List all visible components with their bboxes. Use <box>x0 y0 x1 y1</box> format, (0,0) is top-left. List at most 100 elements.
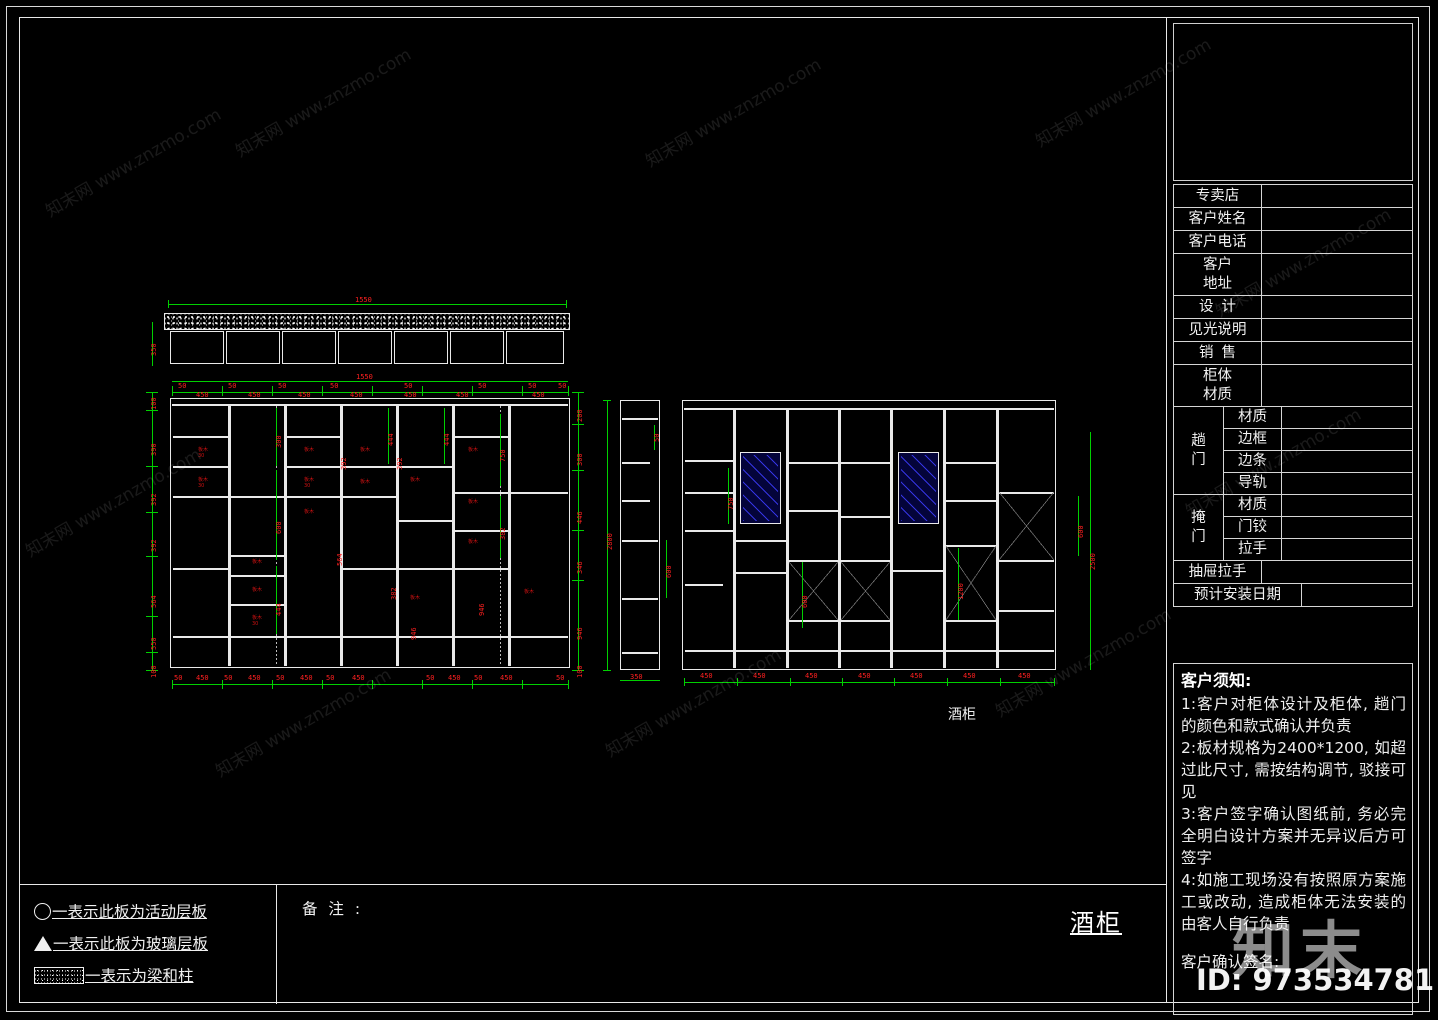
note-item: 1:客户对柜体设计及柜体, 趟门的颜色和款式确认并负责 <box>1181 695 1406 735</box>
shelf <box>455 492 508 494</box>
vertical-partition <box>838 410 841 668</box>
shelf <box>173 466 228 468</box>
table-row: 抽屉拉手 <box>1173 560 1413 583</box>
shelf <box>511 492 568 494</box>
notes-title: 客户须知: <box>1181 671 1252 690</box>
table-row: 导轨 <box>1224 473 1412 494</box>
field-value[interactable] <box>1262 561 1412 583</box>
field-label: 抽屉拉手 <box>1174 561 1262 583</box>
shelf <box>841 650 890 652</box>
drawing-area: 1550 350 1550 50 450 50 450 50 450 50 45… <box>0 0 1166 884</box>
field-value[interactable] <box>1262 254 1412 295</box>
field-value[interactable] <box>1282 517 1412 538</box>
field-value[interactable] <box>1282 451 1412 472</box>
group-label-line1: 趟 <box>1191 432 1206 449</box>
shelf <box>343 496 396 498</box>
side-height-dim: 2800 <box>606 533 614 550</box>
shelf <box>399 520 452 522</box>
triangle-symbol-icon <box>34 935 52 951</box>
shelf <box>841 516 890 518</box>
shelf <box>946 462 996 464</box>
field-label: 导轨 <box>1224 473 1282 494</box>
field-label: 设计 <box>1174 296 1262 318</box>
field-label: 见光说明 <box>1174 319 1262 341</box>
group-label-line2: 门 <box>1191 451 1206 468</box>
field-label: 客户电话 <box>1174 231 1262 253</box>
field-value[interactable] <box>1282 473 1412 494</box>
legend-label: 一表示此板为活动层板 <box>52 903 208 921</box>
table-row: 见光说明 <box>1173 318 1413 341</box>
shelf <box>685 650 733 652</box>
plan-bay <box>282 331 336 364</box>
field-label: 客户姓名 <box>1174 208 1262 230</box>
field-label-line1: 柜体 <box>1203 367 1232 384</box>
vertical-partition <box>786 410 789 668</box>
field-value[interactable] <box>1262 342 1412 364</box>
logo-box <box>1173 23 1413 181</box>
vertical-partition <box>228 406 231 666</box>
field-label: 拉手 <box>1224 539 1282 560</box>
group-label-line1: 掩 <box>1191 509 1206 526</box>
table-row: 材质 <box>1224 407 1412 429</box>
field-value[interactable] <box>1262 319 1412 341</box>
note-item: 3:客户签字确认图纸前, 务必完全明白设计方案并无异议后方可签字 <box>1181 805 1406 867</box>
shelf <box>287 496 340 498</box>
field-value[interactable] <box>1262 231 1412 253</box>
title-block-table: 专卖店 客户姓名 客户电话 客户 地址 设计 见光说明 销售 柜体 材质 趟 门… <box>1173 184 1413 607</box>
hinged-door-group: 掩 门 材质 门铰 拉手 <box>1173 494 1413 560</box>
shelf <box>399 568 452 570</box>
shelf <box>999 560 1054 562</box>
shelf <box>789 620 838 622</box>
field-label: 预计安装日期 <box>1174 584 1302 606</box>
field-value[interactable] <box>1282 407 1412 428</box>
remark-label: 备 注 : <box>302 900 364 918</box>
shelf <box>231 636 284 638</box>
shelf <box>946 650 996 652</box>
plan-bay <box>170 331 224 364</box>
vertical-partition <box>340 406 343 666</box>
field-value[interactable] <box>1262 185 1412 207</box>
table-row: 材质 <box>1224 495 1412 517</box>
shelf <box>789 462 838 464</box>
field-label: 专卖店 <box>1174 185 1262 207</box>
field-value[interactable] <box>1282 495 1412 516</box>
glass-door-panel <box>898 452 939 524</box>
front-width-dim: 1550 <box>356 373 373 381</box>
legend-strip: 一表示此板为活动层板 一表示此板为玻璃层板 一表示为梁和柱 备 注 : 酒柜 <box>20 884 1166 1004</box>
shelf <box>893 570 943 572</box>
shelf <box>455 568 508 570</box>
field-value[interactable] <box>1282 429 1412 450</box>
note-item: 2:板材规格为2400*1200, 如超过此尺寸, 需按结构调节, 驳接可见 <box>1181 739 1406 801</box>
vertical-partition <box>508 406 511 666</box>
shelf <box>343 636 396 638</box>
field-value[interactable] <box>1302 584 1412 606</box>
shelf <box>511 636 568 638</box>
shelf <box>685 460 733 462</box>
shelf <box>287 436 340 438</box>
beam-hatch <box>164 313 570 330</box>
plan-bay <box>506 331 564 364</box>
shelf <box>173 436 228 438</box>
cabinet-name-label: 酒柜 <box>948 707 976 723</box>
field-label: 边框 <box>1224 429 1282 450</box>
field-label: 材质 <box>1224 407 1282 428</box>
shelf <box>173 496 228 498</box>
shelf <box>841 620 890 622</box>
shelf <box>789 650 838 652</box>
signature-label: 客户确认签名: <box>1181 953 1280 971</box>
shelf <box>999 650 1054 652</box>
symbol-legend: 一表示此板为活动层板 一表示此板为玻璃层板 一表示为梁和柱 <box>34 895 272 991</box>
plan-width-dim: 1550 <box>355 296 372 304</box>
field-label: 柜体 材质 <box>1174 365 1262 406</box>
field-value[interactable] <box>1262 365 1412 406</box>
legend-item: 一表示为梁和柱 <box>34 959 272 991</box>
field-value[interactable] <box>1282 539 1412 560</box>
field-value[interactable] <box>1262 296 1412 318</box>
hatch-symbol-icon <box>34 966 84 984</box>
shelf <box>946 620 996 622</box>
field-value[interactable] <box>1262 208 1412 230</box>
vertical-partition <box>284 406 287 666</box>
table-row: 销售 <box>1173 341 1413 364</box>
shelf <box>946 500 996 502</box>
shelf <box>287 636 340 638</box>
